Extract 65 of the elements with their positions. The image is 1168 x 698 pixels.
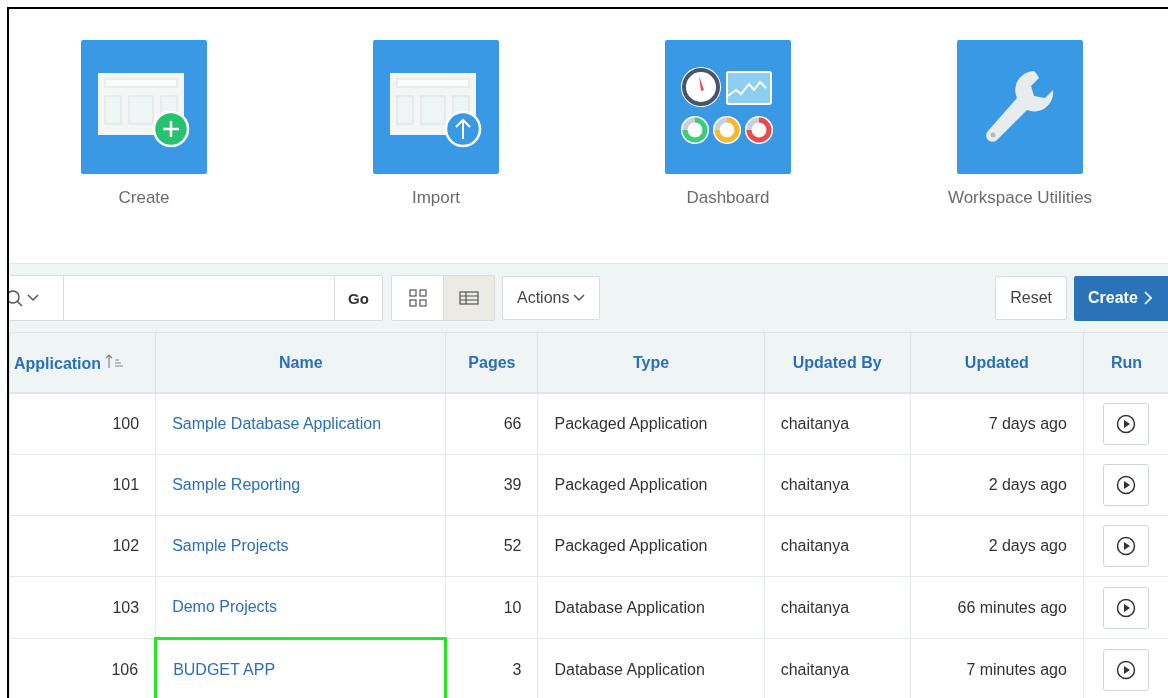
table-cell: chaitanya bbox=[764, 454, 911, 516]
column-header[interactable]: Pages bbox=[445, 332, 538, 393]
table-cell: 7 days ago bbox=[910, 393, 1084, 455]
application-link[interactable]: Sample Database Application bbox=[168, 415, 382, 432]
column-header[interactable]: Run bbox=[1083, 332, 1168, 393]
chevron-down-icon bbox=[573, 294, 586, 302]
go-button[interactable]: Go bbox=[334, 276, 382, 320]
table-cell: 2 days ago bbox=[910, 515, 1084, 577]
table-cell: 66 bbox=[445, 393, 538, 455]
tile-button[interactable] bbox=[957, 40, 1083, 174]
tile-button[interactable] bbox=[665, 40, 791, 174]
column-header[interactable]: Name bbox=[155, 332, 446, 393]
table-cell: 39 bbox=[445, 454, 538, 516]
table-cell: 10 bbox=[445, 576, 538, 639]
chevron-down-icon bbox=[27, 294, 39, 302]
actions-button[interactable]: Actions bbox=[502, 276, 601, 320]
run-button[interactable] bbox=[1103, 649, 1150, 691]
table-cell: 102 bbox=[9, 515, 156, 577]
search-field[interactable]: Go bbox=[9, 275, 383, 321]
grid-view-icon bbox=[408, 289, 427, 307]
run-button[interactable] bbox=[1103, 525, 1150, 567]
tile-label[interactable]: Workspace Utilities bbox=[947, 188, 1093, 208]
play-icon bbox=[1116, 597, 1137, 618]
tile-button[interactable] bbox=[373, 40, 499, 174]
search-icon bbox=[9, 289, 23, 307]
table-cell: 66 minutes ago bbox=[910, 576, 1084, 639]
create-button[interactable]: Create bbox=[1074, 275, 1168, 321]
chevron-right-icon bbox=[1143, 291, 1152, 305]
play-icon bbox=[1116, 475, 1137, 495]
table-cell: Packaged Application bbox=[537, 454, 765, 516]
table-view-icon bbox=[459, 291, 479, 305]
tile-label[interactable]: Import bbox=[411, 188, 461, 208]
tile-label[interactable]: Dashboard bbox=[686, 188, 770, 208]
table-cell: 103 bbox=[9, 576, 156, 639]
search-menu-button[interactable] bbox=[9, 276, 64, 320]
table-cell: 101 bbox=[9, 454, 156, 516]
application-link[interactable]: Demo Projects bbox=[168, 598, 278, 615]
column-header[interactable]: Application bbox=[9, 332, 156, 393]
run-button[interactable] bbox=[1103, 586, 1150, 629]
tile-button[interactable] bbox=[81, 40, 207, 174]
run-button[interactable] bbox=[1103, 464, 1150, 506]
table-cell: Database Application bbox=[537, 576, 765, 639]
view-toggle-button[interactable] bbox=[443, 276, 494, 320]
column-header[interactable]: Updated By bbox=[764, 332, 911, 393]
column-header[interactable]: Updated bbox=[910, 332, 1084, 393]
view-toggle-button[interactable] bbox=[392, 276, 443, 320]
table-cell: chaitanya bbox=[764, 515, 911, 577]
run-button[interactable] bbox=[1103, 403, 1150, 445]
play-icon bbox=[1116, 414, 1137, 434]
table-cell: 100 bbox=[9, 393, 156, 455]
play-icon bbox=[1116, 536, 1137, 556]
play-icon bbox=[1116, 660, 1137, 680]
tile-label[interactable]: Create bbox=[118, 188, 170, 208]
table-cell: chaitanya bbox=[764, 393, 911, 455]
wrench-icon bbox=[984, 69, 1056, 145]
table-cell: Packaged Application bbox=[537, 515, 765, 577]
reset-button[interactable]: Reset bbox=[995, 276, 1067, 320]
table-cell: 2 days ago bbox=[910, 454, 1084, 516]
table-cell: 52 bbox=[445, 515, 538, 577]
column-header[interactable]: Type bbox=[537, 332, 765, 393]
table-cell: Packaged Application bbox=[537, 393, 765, 455]
application-link[interactable]: BUDGET APP bbox=[169, 661, 276, 678]
application-link[interactable]: Sample Reporting bbox=[168, 476, 301, 493]
application-link[interactable]: Sample Projects bbox=[168, 537, 289, 554]
table-cell: chaitanya bbox=[764, 576, 911, 639]
